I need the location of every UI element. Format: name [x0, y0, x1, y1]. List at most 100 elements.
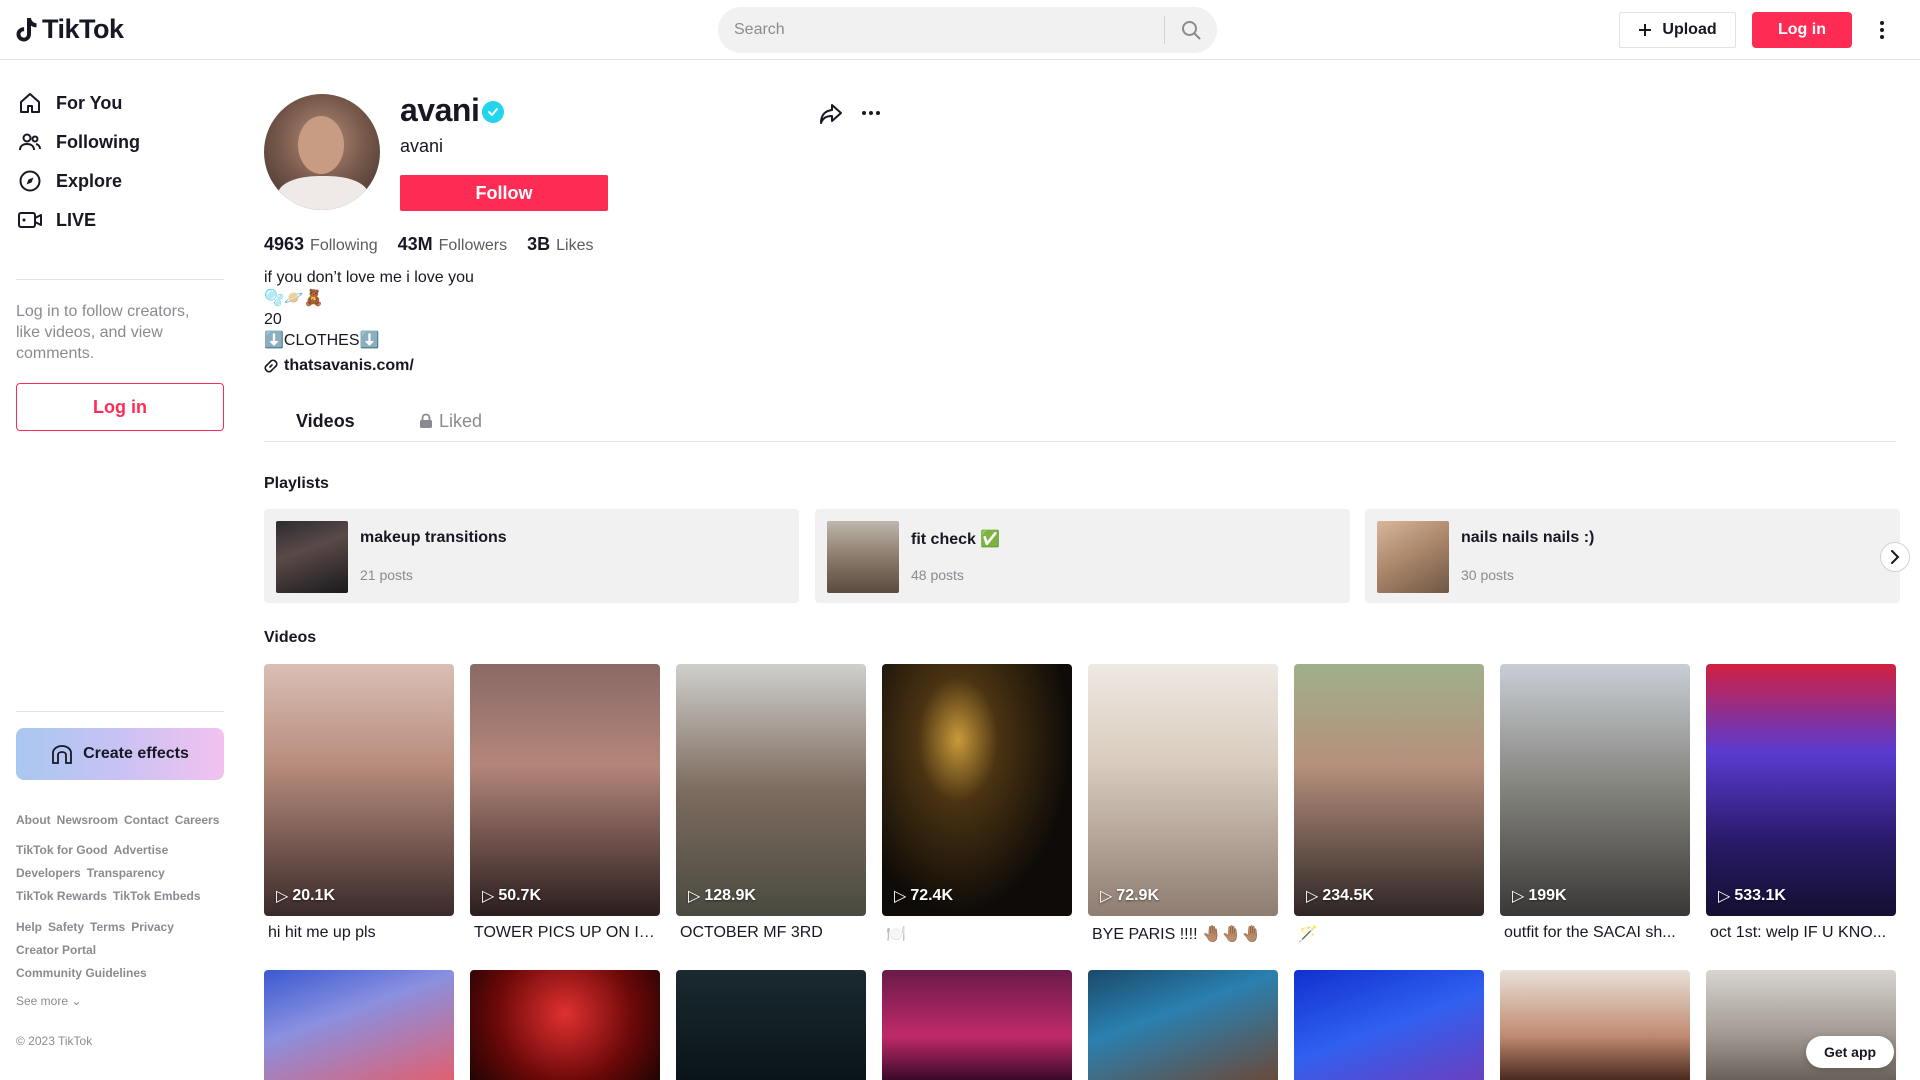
footer-link[interactable]: Creator Portal [16, 943, 96, 957]
footer-links: TikTok for Good Advertise [16, 843, 168, 857]
video-thumbnail[interactable] [882, 970, 1072, 1080]
sidebar-login-button[interactable]: Log in [16, 383, 224, 431]
header-login-button[interactable]: Log in [1752, 12, 1852, 48]
search-input[interactable] [718, 7, 1164, 53]
footer-link[interactable]: TikTok Rewards [16, 889, 107, 903]
see-more-link[interactable]: See more ⌄ [16, 994, 81, 1008]
video-thumbnail[interactable]: ▷ 533.1K [1706, 664, 1896, 916]
video-thumbnail[interactable] [470, 970, 660, 1080]
video-thumbnail[interactable] [264, 970, 454, 1080]
video-card[interactable]: ▷ 533.1K oct 1st: welp IF U KNO... [1706, 664, 1896, 942]
profile-bio: if you don’t love me i love you 🫧🪐🧸 20 ⬇… [264, 269, 474, 349]
video-views: ▷ 72.9K [1100, 886, 1159, 906]
play-icon: ▷ [894, 888, 907, 905]
views-count: 234.5K [1322, 887, 1374, 904]
profile-link[interactable]: thatsavanis.com/ [264, 357, 414, 375]
footer-link[interactable]: Help [16, 920, 42, 934]
video-thumbnail[interactable] [1088, 970, 1278, 1080]
footer-link[interactable]: Privacy [131, 920, 174, 934]
footer-link[interactable]: TikTok Embeds [113, 889, 201, 903]
nav-explore[interactable]: Explore [16, 161, 122, 201]
footer-link[interactable]: Terms [90, 920, 125, 934]
playlist-title: makeup transitions [360, 529, 507, 546]
see-more-label: See more [16, 994, 69, 1008]
top-header: TikTok Upload Log in [0, 0, 1920, 60]
search-button[interactable] [1165, 7, 1217, 53]
followers-stat[interactable]: 43M Followers [398, 234, 507, 255]
verified-badge-icon [482, 101, 504, 123]
footer-link[interactable]: Safety [48, 920, 84, 934]
playlist-card[interactable]: fit check ✅ 48 posts [815, 509, 1350, 603]
nav-label: For You [56, 92, 123, 113]
follow-button[interactable]: Follow [400, 175, 608, 211]
nav-following[interactable]: Following [16, 122, 140, 162]
footer-links: TikTok Rewards TikTok Embeds [16, 889, 201, 903]
get-app-button[interactable]: Get app [1806, 1036, 1894, 1068]
search-icon [1182, 21, 1201, 40]
nav-for-you[interactable]: For You [16, 83, 122, 123]
video-thumbnail[interactable]: ▷ 72.4K [882, 664, 1072, 916]
upload-button[interactable]: Upload [1619, 12, 1736, 48]
tiktok-logo[interactable]: TikTok [16, 14, 124, 45]
video-thumbnail[interactable] [676, 970, 866, 1080]
tab-videos[interactable]: Videos [296, 400, 355, 442]
video-views: ▷ 128.9K [688, 886, 756, 906]
video-card[interactable]: ▷ 72.4K 🍽️ [882, 664, 1072, 944]
footer-link[interactable]: Advertise [114, 843, 169, 857]
copyright: © 2023 TikTok [16, 1034, 93, 1048]
footer-link[interactable]: Developers [16, 866, 81, 880]
video-caption: oct 1st: welp IF U KNO... [1710, 924, 1887, 941]
video-thumbnail[interactable]: ▷ 50.7K [470, 664, 660, 916]
video-card[interactable]: ▷ 199K outfit for the SACAI sh... [1500, 664, 1690, 942]
profile-avatar [264, 94, 380, 210]
footer-links: Help Safety Terms Privacy [16, 920, 174, 934]
video-thumbnail[interactable]: ▷ 199K [1500, 664, 1690, 916]
playlist-thumbnail [827, 521, 899, 593]
video-thumbnail[interactable] [1294, 970, 1484, 1080]
video-views: ▷ 234.5K [1306, 886, 1374, 906]
video-thumbnail[interactable] [1500, 970, 1690, 1080]
footer-link[interactable]: Careers [175, 813, 220, 827]
footer-link[interactable]: Contact [124, 813, 169, 827]
video-thumbnail[interactable]: ▷ 20.1K [264, 664, 454, 916]
video-card[interactable]: ▷ 234.5K 🪄 [1294, 664, 1484, 944]
more-options-icon[interactable] [862, 102, 880, 115]
video-card[interactable]: ▷ 20.1K hi hit me up pls [264, 664, 454, 942]
video-views: ▷ 50.7K [482, 886, 541, 906]
footer-links: Developers Transparency [16, 866, 165, 880]
sidebar-divider [16, 711, 224, 712]
video-thumbnail[interactable]: ▷ 72.9K [1088, 664, 1278, 916]
likes-count: 3B [527, 234, 551, 254]
following-stat[interactable]: 4963 Following [264, 234, 378, 255]
search-bar [718, 7, 1217, 53]
views-count: 128.9K [704, 887, 756, 904]
footer-link[interactable]: About [16, 813, 51, 827]
profile-tabs: Videos Liked [264, 400, 1896, 442]
video-card[interactable]: ▷ 50.7K TOWER PICS UP ON IN... [470, 664, 660, 942]
footer-link[interactable]: Community Guidelines [16, 966, 147, 980]
playlist-card[interactable]: makeup transitions 21 posts [264, 509, 799, 603]
video-thumbnail[interactable]: ▷ 234.5K [1294, 664, 1484, 916]
play-icon: ▷ [1512, 888, 1525, 905]
footer-link[interactable]: Transparency [87, 866, 165, 880]
video-caption: TOWER PICS UP ON IN... [474, 924, 660, 941]
share-icon[interactable] [818, 102, 844, 131]
footer-link[interactable]: TikTok for Good [16, 843, 108, 857]
video-caption: 🪄 [1298, 926, 1318, 943]
videos-heading: Videos [264, 629, 317, 646]
chevron-right-icon [1891, 550, 1900, 564]
video-thumbnail[interactable]: ▷ 128.9K [676, 664, 866, 916]
footer-link[interactable]: Newsroom [57, 813, 118, 827]
video-card[interactable]: ▷ 128.9K OCTOBER MF 3RD [676, 664, 866, 942]
more-menu-icon[interactable] [1872, 16, 1892, 44]
users-icon [16, 128, 44, 156]
create-effects-button[interactable]: Create effects [16, 728, 224, 780]
nav-live[interactable]: LIVE [16, 200, 96, 240]
footer-links: Community Guidelines [16, 966, 147, 980]
playlist-card[interactable]: nails nails nails :) 30 posts [1365, 509, 1900, 603]
profile-name: avani [400, 92, 480, 128]
playlist-next-button[interactable] [1880, 542, 1910, 572]
play-icon: ▷ [1100, 888, 1113, 905]
video-card[interactable]: ▷ 72.9K BYE PARIS !!!! 🤚🏽🤚🏽🤚🏽 [1088, 664, 1278, 944]
tab-liked[interactable]: Liked [419, 400, 482, 442]
